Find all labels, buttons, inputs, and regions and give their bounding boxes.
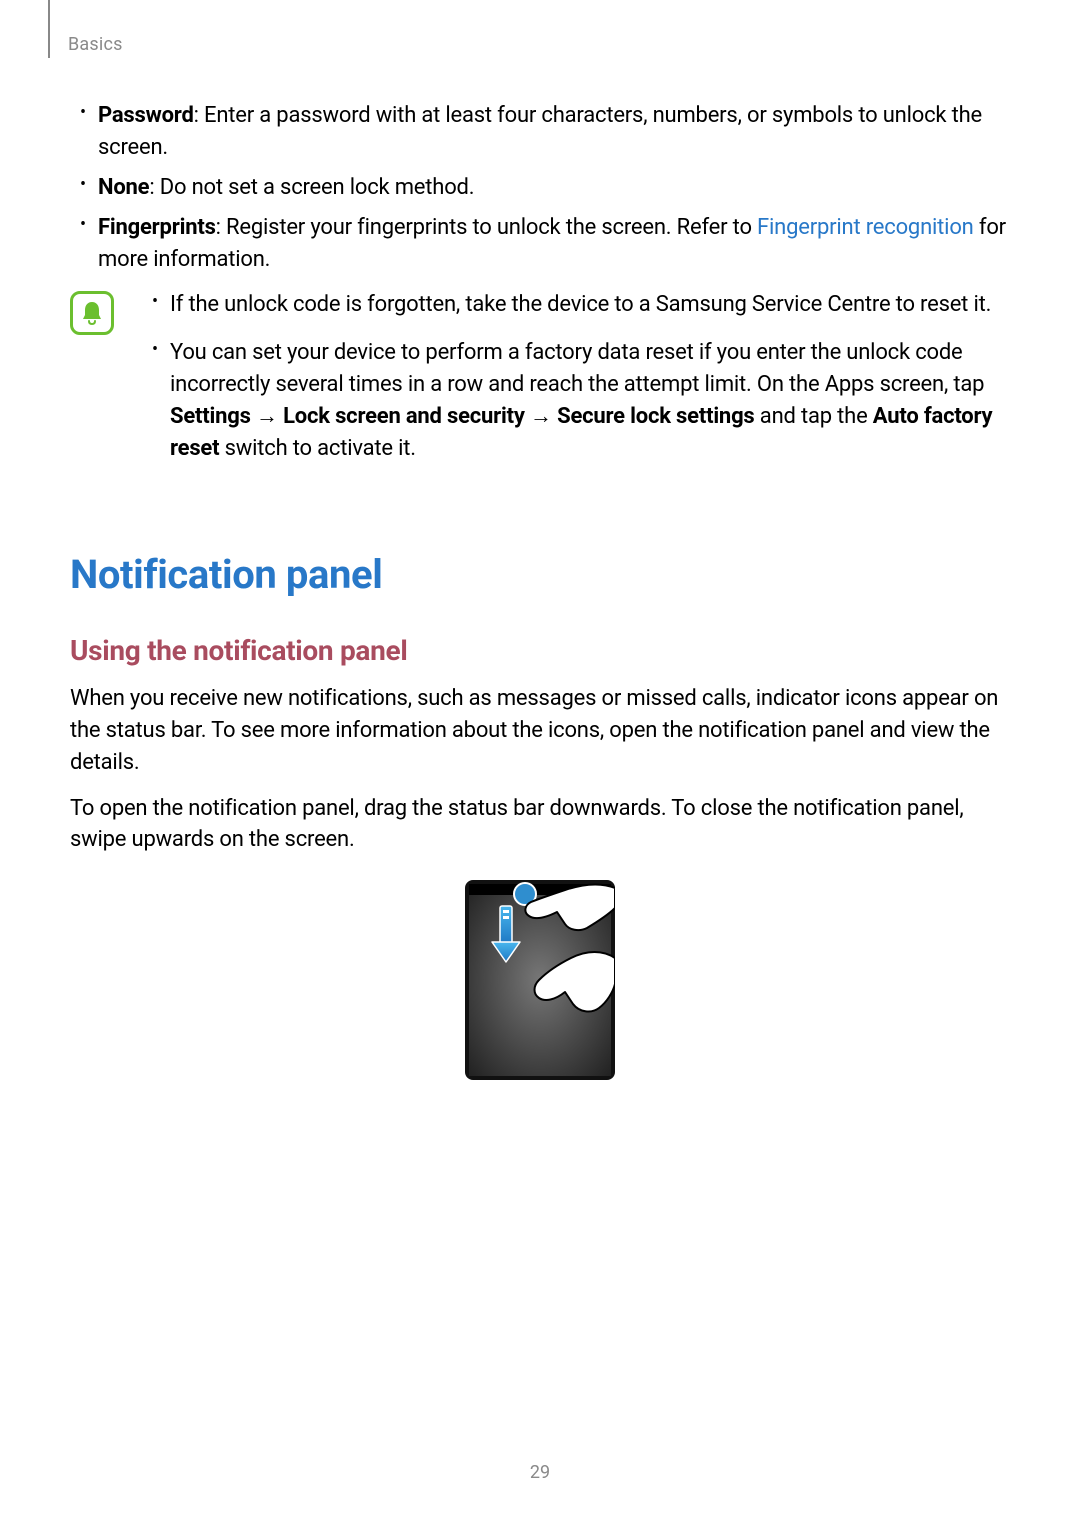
section-title: Notification panel <box>70 551 1010 598</box>
page-number: 29 <box>0 1462 1080 1483</box>
arrow: → <box>525 404 557 429</box>
path-settings: Settings <box>170 404 251 429</box>
note-block: If the unlock code is forgotten, take th… <box>70 289 1010 480</box>
header-section-label: Basics <box>68 34 123 55</box>
page-content: Password: Enter a password with at least… <box>70 100 1010 1080</box>
lock-method-desc: : Register your fingerprints to unlock t… <box>216 215 757 240</box>
header-rule <box>48 0 50 58</box>
note-icon-wrap <box>70 291 122 335</box>
note-item: If the unlock code is forgotten, take th… <box>170 289 1010 321</box>
body-paragraph: To open the notification panel, drag the… <box>70 793 1010 857</box>
lock-method-list: Password: Enter a password with at least… <box>98 100 1010 275</box>
subsection-title: Using the notification panel <box>70 634 1010 667</box>
list-item: Password: Enter a password with at least… <box>98 100 1010 164</box>
figure-wrap: 10:00 <box>70 880 1010 1080</box>
note-bell-icon <box>70 291 114 335</box>
note-list: If the unlock code is forgotten, take th… <box>142 289 1010 480</box>
list-item: None: Do not set a screen lock method. <box>98 172 1010 204</box>
list-item: Fingerprints: Register your fingerprints… <box>98 212 1010 276</box>
lock-method-desc: : Enter a password with at least four ch… <box>98 103 982 160</box>
note-text: and tap the <box>755 404 873 429</box>
lock-method-desc: : Do not set a screen lock method. <box>149 175 474 200</box>
note-text: You can set your device to perform a fac… <box>170 340 984 397</box>
note-text: switch to activate it. <box>219 436 416 461</box>
body-paragraph: When you receive new notifications, such… <box>70 683 1010 779</box>
fingerprint-recognition-link[interactable]: Fingerprint recognition <box>757 215 974 240</box>
path-securelock: Secure lock settings <box>557 404 754 429</box>
note-item: You can set your device to perform a fac… <box>170 337 1010 465</box>
arrow: → <box>251 404 283 429</box>
lock-method-name: Fingerprints <box>98 215 216 240</box>
swipe-down-figure: 10:00 <box>465 880 615 1080</box>
path-lockscreen: Lock screen and security <box>283 404 525 429</box>
lock-method-name: Password <box>98 103 194 128</box>
lock-method-name: None <box>98 175 149 200</box>
